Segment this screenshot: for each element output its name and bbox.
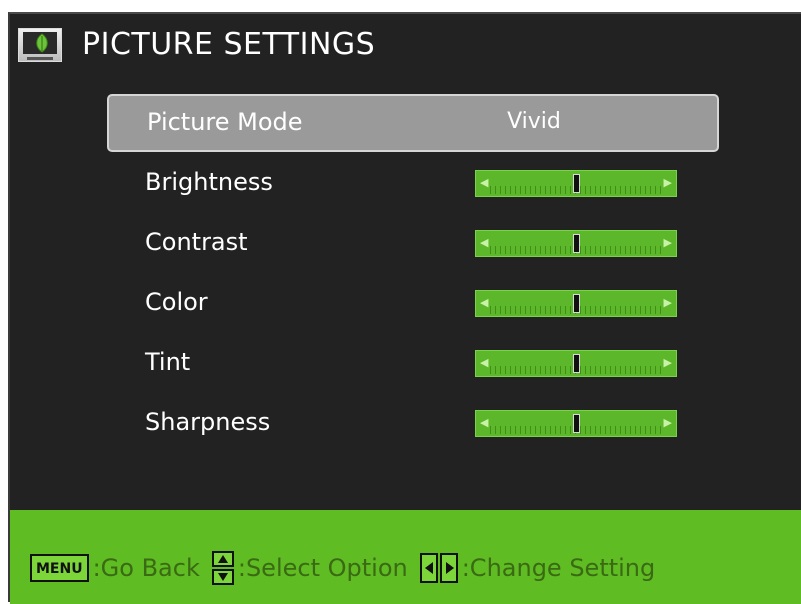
menu-item-color[interactable]: Color ◀ ▶ — [107, 274, 719, 332]
arrow-left-icon: ◀ — [480, 176, 489, 189]
sharpness-slider[interactable]: ◀ ▶ — [475, 410, 677, 437]
menu-item-label: Sharpness — [145, 408, 271, 436]
slider-knob[interactable] — [573, 174, 580, 193]
arrow-right-icon: ▶ — [663, 236, 672, 249]
slider-knob[interactable] — [573, 234, 580, 253]
footer-help-bar: MENU :Go Back :Select Option :Change Set… — [10, 510, 801, 604]
menu-item-label: Picture Mode — [147, 108, 303, 136]
arrow-right-icon: ▶ — [663, 296, 672, 309]
menu-item-brightness[interactable]: Brightness ◀ ▶ — [107, 154, 719, 212]
arrow-right-icon: ▶ — [663, 176, 672, 189]
menu-item-tint[interactable]: Tint ◀ ▶ — [107, 334, 719, 392]
menu-item-label: Tint — [145, 348, 191, 376]
menu-item-label: Contrast — [145, 228, 248, 256]
arrow-right-icon: ▶ — [663, 416, 672, 429]
menu-key-icon: MENU — [30, 554, 89, 582]
menu-item-contrast[interactable]: Contrast ◀ ▶ — [107, 214, 719, 272]
slider-knob[interactable] — [573, 354, 580, 373]
picture-mode-value[interactable]: Vivid — [479, 109, 589, 134]
left-arrow-icon — [419, 553, 438, 583]
color-slider[interactable]: ◀ ▶ — [475, 290, 677, 317]
page-title: PICTURE SETTINGS — [82, 27, 376, 62]
arrow-left-icon: ◀ — [480, 356, 489, 369]
menu-item-label: Brightness — [145, 168, 273, 196]
contrast-slider[interactable]: ◀ ▶ — [475, 230, 677, 257]
left-right-keys-icon — [419, 553, 458, 583]
change-setting-hint: :Change Setting — [461, 554, 656, 582]
right-arrow-icon — [439, 553, 458, 583]
header: PICTURE SETTINGS — [10, 14, 801, 76]
arrow-left-icon: ◀ — [480, 416, 489, 429]
picture-settings-icon — [18, 28, 62, 62]
footer-hints: MENU :Go Back :Select Option :Change Set… — [30, 550, 667, 586]
go-back-hint: :Go Back — [92, 554, 200, 582]
tint-slider[interactable]: ◀ ▶ — [475, 350, 677, 377]
arrow-left-icon: ◀ — [480, 236, 489, 249]
tv-osd-panel: PICTURE SETTINGS Picture Mode Vivid Brig… — [8, 12, 801, 604]
slider-knob[interactable] — [573, 414, 580, 433]
down-arrow-icon — [211, 569, 234, 585]
up-down-keys-icon — [211, 551, 234, 585]
brightness-slider[interactable]: ◀ ▶ — [475, 170, 677, 197]
menu-item-label: Color — [145, 288, 208, 316]
slider-knob[interactable] — [573, 294, 580, 313]
leaf-icon — [36, 33, 48, 53]
menu-item-picture-mode[interactable]: Picture Mode Vivid — [107, 94, 719, 152]
menu-item-sharpness[interactable]: Sharpness ◀ ▶ — [107, 394, 719, 452]
arrow-left-icon: ◀ — [480, 296, 489, 309]
select-option-hint: :Select Option — [237, 554, 408, 582]
arrow-right-icon: ▶ — [663, 356, 672, 369]
up-arrow-icon — [211, 551, 234, 567]
